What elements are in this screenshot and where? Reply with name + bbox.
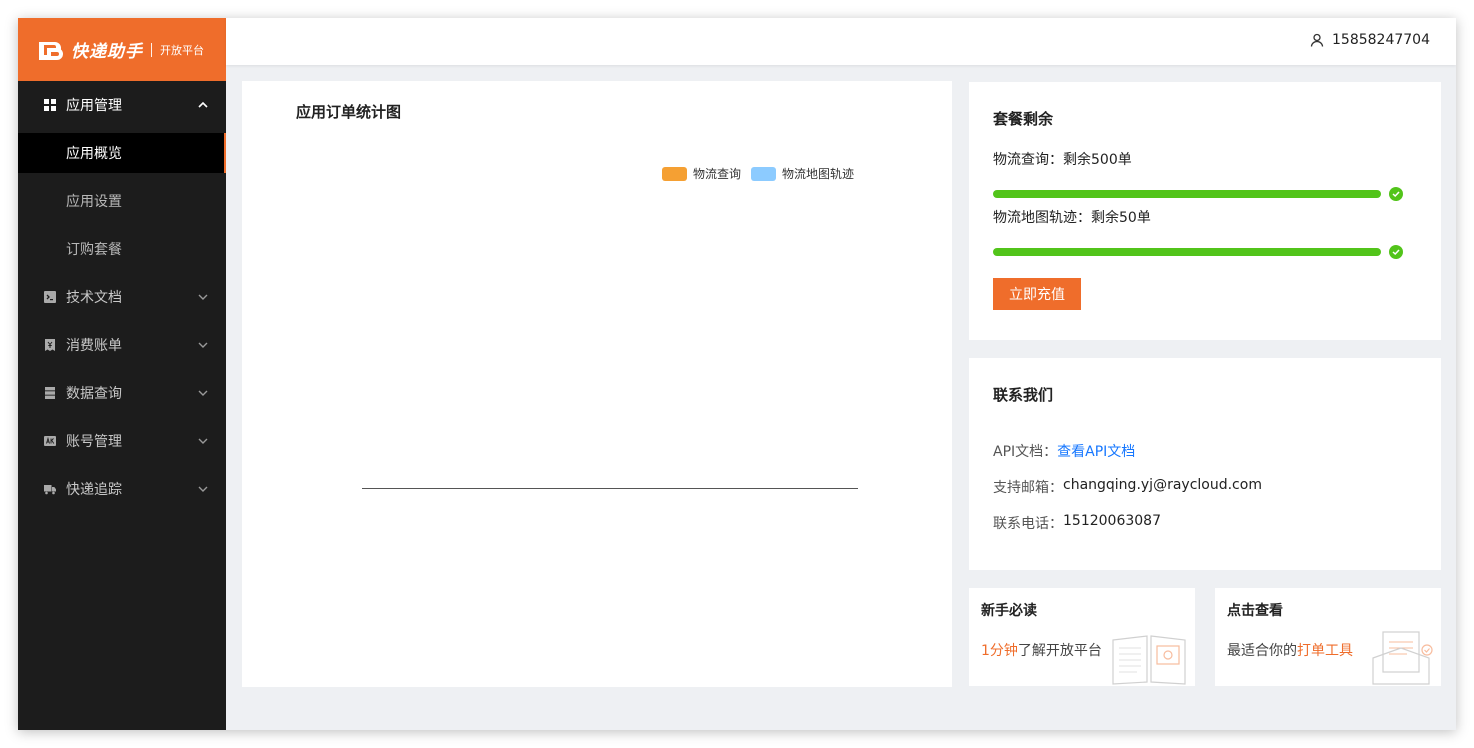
sidebar-subitem-app-overview[interactable]: 应用概览 xyxy=(18,133,226,173)
chart-legend: 物流查询 物流地图轨迹 xyxy=(662,165,864,182)
quota-label-logistics-query: 物流查询：剩余500单 xyxy=(993,152,1132,168)
chevron-down-icon xyxy=(198,486,208,492)
sidebar-item-label: 消费账单 xyxy=(66,338,122,354)
legend-swatch xyxy=(751,166,777,181)
app-window: 快递助手 开放平台 应用管理 应用概览 应用设置 订购套餐 技术文档 消费账单 xyxy=(18,18,1456,730)
database-icon xyxy=(44,387,56,399)
contact-title: 联系我们 xyxy=(993,386,1054,404)
card-highlight: 1分钟 xyxy=(981,643,1018,659)
sidebar-subitem-app-settings[interactable]: 应用设置 xyxy=(18,177,226,225)
chevron-down-icon xyxy=(198,390,208,396)
sidebar-item-label: 技术文档 xyxy=(66,290,122,306)
card-title: 新手必读 xyxy=(981,603,1037,619)
card-body: 了解开放平台 xyxy=(1017,643,1102,659)
sidebar-subitem-order-package[interactable]: 订购套餐 xyxy=(18,225,226,273)
chevron-down-icon xyxy=(198,342,208,348)
contact-email-row: 支持邮箱： changqing.yj@raycloud.com xyxy=(993,477,1262,497)
chart-x-axis xyxy=(362,488,858,489)
quota-title: 套餐剩余 xyxy=(993,110,1054,128)
chevron-up-icon xyxy=(198,101,208,108)
sidebar-item-account-management[interactable]: 账号管理 xyxy=(18,417,226,465)
grid-icon xyxy=(44,99,56,111)
card-highlight: 打单工具 xyxy=(1297,643,1353,659)
quota-label-map-track: 物流地图轨迹：剩余50单 xyxy=(993,210,1151,226)
sidebar-item-label: 应用管理 xyxy=(66,98,122,114)
bill-icon xyxy=(44,339,56,351)
legend-item-logistics-query[interactable]: 物流查询 xyxy=(662,165,741,182)
sidebar-item-express-tracking[interactable]: 快递追踪 xyxy=(18,465,226,513)
document-check-icon xyxy=(1372,631,1433,685)
legend-label: 物流地图轨迹 xyxy=(782,167,855,181)
contact-panel: 联系我们 API文档： 查看API文档 支持邮箱： changqing.yj@r… xyxy=(969,358,1441,570)
contact-phone: 15120063087 xyxy=(1063,513,1161,529)
api-doc-link[interactable]: 查看API文档 xyxy=(1057,441,1135,461)
check-circle-icon xyxy=(1389,187,1403,201)
open-book-icon xyxy=(1112,635,1186,685)
brand-subtitle: 开放平台 xyxy=(160,43,204,57)
truck-icon xyxy=(44,483,56,495)
sidebar-item-label: 账号管理 xyxy=(66,434,122,450)
brand-name: 快递助手 xyxy=(71,42,143,62)
sidebar-item-label: 数据查询 xyxy=(66,386,122,402)
check-circle-icon xyxy=(1389,245,1403,259)
sidebar-item-tech-docs[interactable]: 技术文档 xyxy=(18,273,226,321)
legend-label: 物流查询 xyxy=(693,167,742,181)
card-title: 点击查看 xyxy=(1227,603,1283,619)
chart-title: 应用订单统计图 xyxy=(296,103,402,121)
user-phone: 15858247704 xyxy=(1332,32,1430,48)
brand-divider xyxy=(151,42,152,57)
contact-phone-row: 联系电话： 15120063087 xyxy=(993,513,1161,533)
recharge-button[interactable]: 立即充值 xyxy=(993,278,1081,310)
card-text: 最适合你的打单工具 xyxy=(1227,640,1353,660)
chevron-down-icon xyxy=(198,294,208,300)
sidebar-item-billing[interactable]: 消费账单 xyxy=(18,321,226,369)
account-icon xyxy=(44,435,56,447)
legend-item-map-track[interactable]: 物流地图轨迹 xyxy=(751,165,854,182)
user-account[interactable]: 15858247704 xyxy=(1310,32,1430,48)
logo-mark-icon xyxy=(39,41,63,60)
legend-swatch xyxy=(662,166,687,181)
sidebar: 快递助手 开放平台 应用管理 应用概览 应用设置 订购套餐 技术文档 消费账单 xyxy=(18,18,226,730)
chevron-down-icon xyxy=(198,438,208,444)
top-header: 15858247704 xyxy=(226,18,1456,65)
sidebar-item-label: 快递追踪 xyxy=(66,482,122,498)
card-text: 1分钟了解开放平台 xyxy=(981,640,1102,660)
contact-api-row: API文档： 查看API文档 xyxy=(993,441,1135,461)
sidebar-item-data-query[interactable]: 数据查询 xyxy=(18,369,226,417)
card-body: 最适合你的 xyxy=(1227,643,1297,659)
terminal-icon xyxy=(44,291,56,303)
quota-progress-logistics-query xyxy=(993,190,1381,198)
brand-logo[interactable]: 快递助手 开放平台 xyxy=(18,18,226,81)
user-icon xyxy=(1310,33,1324,47)
sidebar-item-app-management[interactable]: 应用管理 xyxy=(18,81,226,129)
order-chart-panel: 应用订单统计图 物流查询 物流地图轨迹 xyxy=(242,81,952,687)
phone-label: 联系电话： xyxy=(993,516,1063,532)
beginner-guide-card[interactable]: 新手必读 1分钟了解开放平台 xyxy=(969,588,1195,686)
quota-progress-map-track xyxy=(993,248,1381,256)
print-tool-card[interactable]: 点击查看 最适合你的打单工具 xyxy=(1215,588,1441,686)
email-label: 支持邮箱： xyxy=(993,480,1063,496)
api-doc-label: API文档： xyxy=(993,444,1058,460)
support-email: changqing.yj@raycloud.com xyxy=(1063,477,1262,493)
quota-panel: 套餐剩余 物流查询：剩余500单 物流地图轨迹：剩余50单 立即充值 xyxy=(969,82,1441,340)
